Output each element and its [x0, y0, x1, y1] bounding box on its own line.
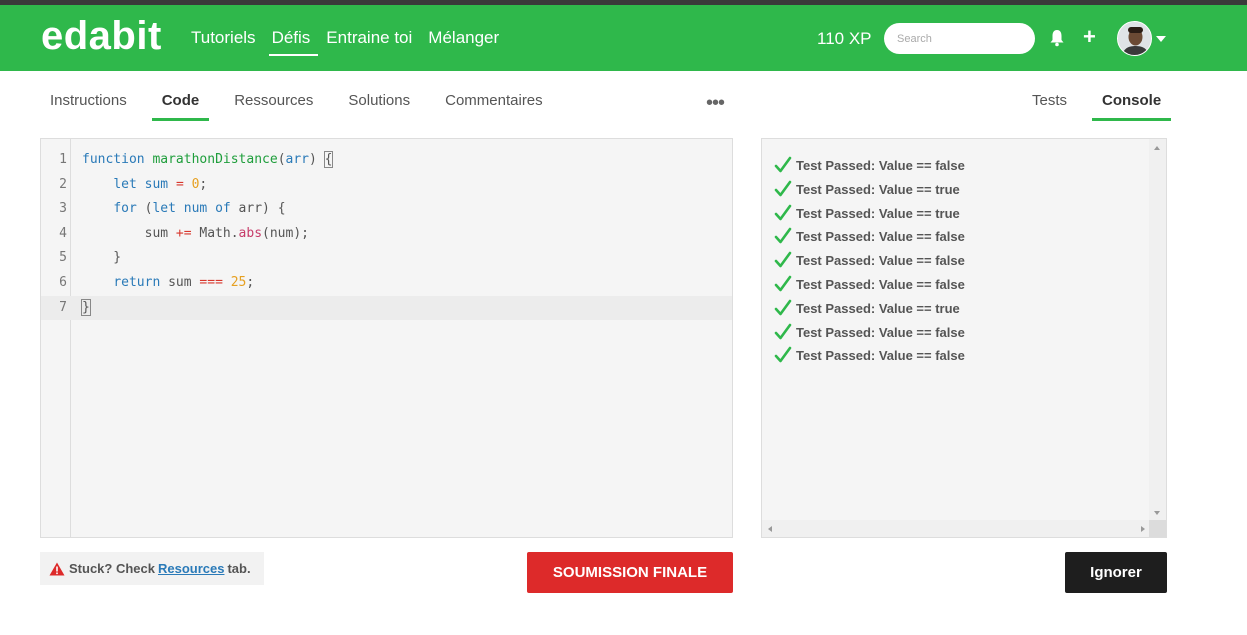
scroll-down-arrow-icon[interactable]	[1154, 511, 1160, 515]
test-result-text: Test Passed: Value == false	[796, 228, 965, 244]
test-result: Test Passed: Value == true	[774, 296, 960, 320]
nav-link-melanger[interactable]: Mélanger	[428, 28, 499, 53]
test-result-text: Test Passed: Value == false	[796, 276, 965, 292]
code-line[interactable]: 6 return sum === 25;	[41, 271, 732, 295]
warning-icon	[49, 562, 65, 575]
test-result-text: Test Passed: Value == false	[796, 252, 965, 268]
test-result-text: Test Passed: Value == true	[796, 181, 960, 197]
stuck-hint: Stuck? Check Resources tab.	[40, 552, 264, 585]
test-result: Test Passed: Value == true	[774, 201, 960, 225]
code-text: sum += Math.abs(num);	[82, 226, 309, 241]
vertical-scrollbar[interactable]	[1149, 139, 1166, 521]
checkmark-icon	[774, 156, 792, 173]
nav-link-entraine-toi[interactable]: Entraine toi	[326, 28, 412, 53]
stuck-hint-suffix: tab.	[227, 561, 251, 576]
checkmark-icon	[774, 227, 792, 244]
test-result-text: Test Passed: Value == false	[796, 347, 965, 363]
checkmark-icon	[774, 180, 792, 197]
tab-code[interactable]: Code	[151, 92, 210, 121]
line-number: 4	[59, 226, 67, 241]
code-line[interactable]: 5 }	[41, 246, 732, 270]
bell-icon[interactable]	[1049, 29, 1065, 47]
horizontal-scrollbar[interactable]	[762, 520, 1149, 537]
tab-commentaires[interactable]: Commentaires	[435, 92, 553, 119]
checkmark-icon	[774, 204, 792, 221]
checkmark-icon	[774, 275, 792, 292]
xp-counter: 110 XP	[817, 29, 872, 48]
test-result: Test Passed: Value == false	[774, 153, 965, 177]
avatar[interactable]	[1117, 21, 1152, 56]
stuck-hint-prefix: Stuck? Check	[69, 561, 155, 576]
test-result-text: Test Passed: Value == true	[796, 300, 960, 316]
tab-tests[interactable]: Tests	[1022, 92, 1077, 119]
ignore-button[interactable]: Ignorer	[1065, 552, 1167, 593]
tab-solutions[interactable]: Solutions	[338, 92, 420, 119]
scroll-right-arrow-icon[interactable]	[1141, 526, 1145, 532]
edabit-logo[interactable]: edabit	[41, 14, 162, 59]
scrollbar-corner	[1149, 520, 1166, 537]
tab-ressources[interactable]: Ressources	[224, 92, 323, 119]
tab-console[interactable]: Console	[1092, 92, 1172, 121]
scroll-left-arrow-icon[interactable]	[768, 526, 772, 532]
code-text: function marathonDistance(arr) {	[82, 151, 334, 168]
test-result: Test Passed: Value == false	[774, 248, 965, 272]
code-line[interactable]: 4 sum += Math.abs(num);	[41, 222, 732, 246]
nav-link-defis[interactable]: Défis	[268, 28, 318, 56]
code-text: let sum = 0;	[113, 177, 208, 192]
scroll-up-arrow-icon[interactable]	[1154, 146, 1160, 150]
user-avatar-icon	[1118, 22, 1151, 55]
line-number: 3	[59, 201, 67, 216]
code-editor[interactable]: 1 function marathonDistance(arr) { 2 let…	[40, 138, 733, 538]
checkmark-icon	[774, 251, 792, 268]
top-navbar: edabit Tutoriels Défis Entraine toi Méla…	[0, 5, 1247, 71]
code-text: }	[81, 299, 91, 316]
line-number: 5	[59, 250, 67, 265]
test-result: Test Passed: Value == false	[774, 224, 965, 248]
code-text: return sum === 25;	[113, 275, 255, 290]
line-number: 7	[59, 300, 67, 315]
test-result-text: Test Passed: Value == true	[796, 205, 960, 221]
challenge-tabs: Instructions Code Ressources Solutions C…	[40, 92, 568, 121]
line-number: 2	[59, 177, 67, 192]
chevron-down-icon[interactable]	[1156, 36, 1166, 42]
test-result-text: Test Passed: Value == false	[796, 324, 965, 340]
output-tabs: Tests Console	[1022, 92, 1186, 121]
resources-link[interactable]: Resources	[158, 561, 224, 576]
test-result: Test Passed: Value == false	[774, 320, 965, 344]
code-text: for (let num of arr) {	[113, 201, 286, 216]
line-number: 1	[59, 152, 67, 167]
test-result-text: Test Passed: Value == false	[796, 157, 965, 173]
checkmark-icon	[774, 323, 792, 340]
search-input[interactable]	[884, 23, 1035, 54]
code-line[interactable]: 3 for (let num of arr) {	[41, 197, 732, 221]
code-line[interactable]: 2 let sum = 0;	[41, 173, 732, 197]
test-result: Test Passed: Value == true	[774, 177, 960, 201]
checkmark-icon	[774, 299, 792, 316]
code-line[interactable]: 1 function marathonDistance(arr) {	[41, 148, 732, 172]
plus-icon[interactable]: +	[1083, 26, 1096, 48]
more-options-icon[interactable]: •••	[706, 93, 725, 113]
line-number: 6	[59, 275, 67, 290]
test-result: Test Passed: Value == false	[774, 272, 965, 296]
code-text: }	[82, 250, 122, 265]
tab-instructions[interactable]: Instructions	[40, 92, 137, 119]
console-output[interactable]: Test Passed: Value == false Test Passed:…	[761, 138, 1167, 538]
checkmark-icon	[774, 346, 792, 363]
code-line-current[interactable]: 7 }	[41, 296, 732, 320]
nav-link-tutoriels[interactable]: Tutoriels	[191, 28, 256, 53]
final-submit-button[interactable]: SOUMISSION FINALE	[527, 552, 733, 593]
main-nav: Tutoriels Défis Entraine toi Mélanger	[191, 28, 515, 56]
test-result: Test Passed: Value == false	[774, 343, 965, 367]
